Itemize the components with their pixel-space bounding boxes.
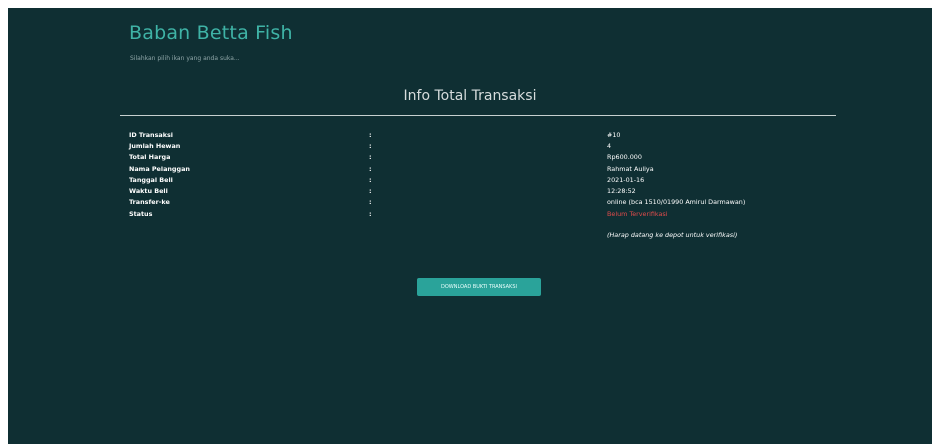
info-row-jumlah-hewan: Jumlah Hewan : 4: [8, 142, 932, 152]
info-label: Status: [129, 210, 153, 218]
page-title: Info Total Transaksi: [403, 88, 537, 104]
info-row-status: Status : Belum Terverifikasi: [8, 210, 932, 220]
info-label: ID Transaksi: [129, 131, 173, 139]
info-separator: :: [369, 198, 372, 206]
info-value: Rp600.000: [607, 153, 642, 161]
info-row-tanggal-beli: Tanggal Beli : 2021-01-16: [8, 176, 932, 186]
brand-title[interactable]: Baban Betta Fish: [129, 22, 293, 44]
download-receipt-button[interactable]: DOWNLOAD BUKTI TRANSAKSI: [417, 278, 541, 296]
info-separator: :: [369, 131, 372, 139]
info-label: Waktu Beli: [129, 187, 168, 195]
info-value: 2021-01-16: [607, 176, 645, 184]
info-separator: :: [369, 187, 372, 195]
info-label: Total Harga: [129, 153, 171, 161]
info-value: 12:28:52: [607, 187, 636, 195]
info-value: Rahmat Auliya: [607, 165, 654, 173]
info-row-nama-pelanggan: Nama Pelanggan : Rahmat Auliya: [8, 165, 932, 175]
brand-tagline: Silahkan pilih ikan yang anda suka...: [130, 55, 240, 62]
info-label: Transfer-ke: [129, 198, 170, 206]
info-separator: :: [369, 210, 372, 218]
info-separator: :: [369, 142, 372, 150]
info-row-id-transaksi: ID Transaksi : #10: [8, 131, 932, 141]
page-background: Baban Betta Fish Silahkan pilih ikan yan…: [8, 8, 932, 444]
info-label: Nama Pelanggan: [129, 165, 190, 173]
info-row-total-harga: Total Harga : Rp600.000: [8, 153, 932, 163]
info-separator: :: [369, 165, 372, 173]
info-row-transfer-ke: Transfer-ke : online (bca 1510/01990 Ami…: [8, 198, 932, 208]
info-label: Jumlah Hewan: [129, 142, 181, 150]
info-separator: :: [369, 153, 372, 161]
info-separator: :: [369, 176, 372, 184]
info-value: online (bca 1510/01990 Amirul Darmawan): [607, 198, 746, 206]
info-label: Tanggal Beli: [129, 176, 173, 184]
status-note: (Harap datang ke depot untuk verifikasi): [607, 231, 738, 239]
info-row-waktu-beli: Waktu Beli : 12:28:52: [8, 187, 932, 197]
info-value: #10: [607, 131, 621, 139]
status-badge: Belum Terverifikasi: [607, 210, 668, 218]
info-value: 4: [607, 142, 612, 150]
title-divider: [120, 115, 836, 116]
